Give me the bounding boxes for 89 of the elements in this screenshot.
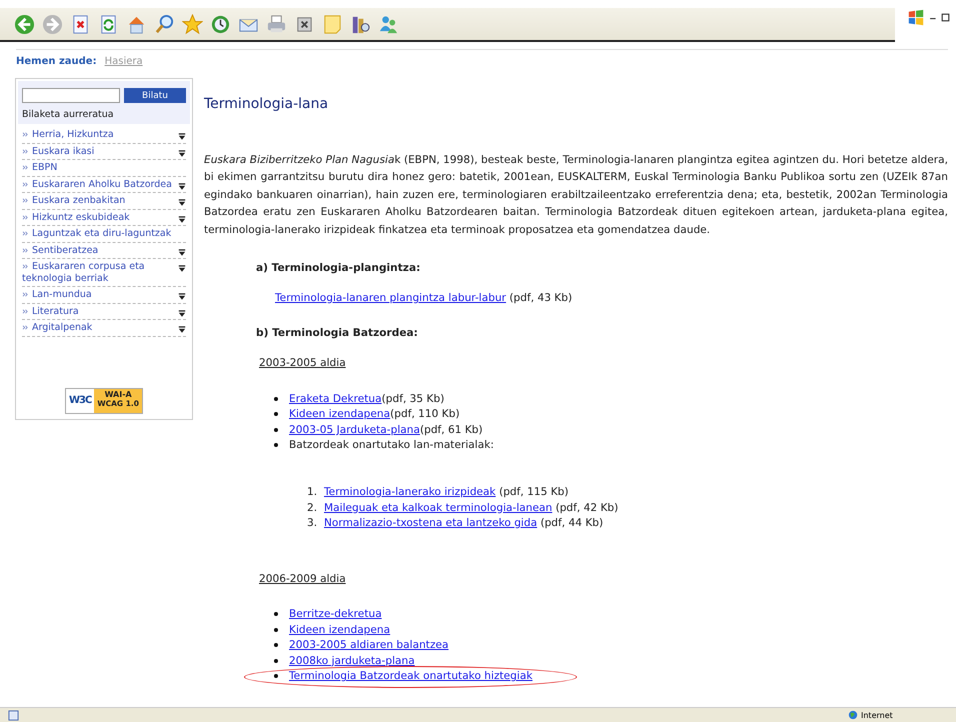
chevron-icon [22, 214, 29, 220]
expand-icon[interactable] [178, 150, 186, 156]
chevron-icon [22, 198, 29, 203]
chevron-icon [22, 292, 29, 297]
bullet-icon [274, 428, 278, 432]
bullet-icon [274, 628, 278, 632]
zone-label: Internet [861, 710, 893, 720]
expand-icon[interactable] [178, 293, 186, 300]
chevron-icon [22, 182, 29, 186]
chevron-icon [22, 132, 29, 137]
section-heading: a) Terminologia-plangintza: [256, 262, 422, 274]
badge-logo: W3C [66, 389, 94, 413]
document-link[interactable]: Eraketa Dekretua [289, 392, 382, 405]
expand-icon[interactable] [178, 216, 186, 222]
sidebar-item[interactable]: Euskara zenbakitan [22, 195, 126, 206]
printer-icon[interactable] [266, 14, 287, 34]
sidebar-item[interactable]: Euskararen corpusa eta teknologia berriak [22, 261, 178, 284]
file-info: (pdf, 43 Kb) [509, 292, 572, 304]
back-icon[interactable] [14, 14, 35, 34]
chevron-icon [22, 308, 29, 314]
chevron-icon [22, 165, 29, 170]
breadcrumb-label: Hemen zaude: [16, 56, 97, 67]
badge-level: WAI-A [104, 390, 132, 399]
section-heading: b) Terminologia Batzordea: [256, 327, 419, 340]
bullet-icon [274, 643, 278, 648]
intro-paragraph: Euskara Biziberritzeko Plan Nagusiak (EBPN, 1998), besteak beste, Terminologia-lanaren plangintza egitea agintzen du. Hori betetze aldera, bi ekimen garrantzitsu burutu dira honez gero: batetik, 2001ean, EUSKALTERM, Euskal Terminologia Banku Publikoa sortu zen (UZEIk 87an egindako bankuaren oinarrian), hain zuzen ere, terminologiaren erabiltzaileentzako erreferentzia dena; eta, bestetik, 2002an Terminologia Batzordea eratu zen Euskararen Aholku Batzordearen baitan. Terminologia Batzordeak dituen egitekoen artean, jarduketa-plana egitea, terminologia-lanerako irizpideak finkatzea eta terminoak proposatzea eta gomendatzea daude. [204, 153, 948, 238]
document-link[interactable]: Terminologia-lanaren plangintza labur-labur [275, 292, 506, 304]
document-link[interactable]: 2003-2005 aldiaren balantzea [289, 639, 449, 652]
chevron-icon [22, 264, 29, 269]
chevron-icon [22, 148, 29, 154]
sidebar-item[interactable]: Laguntzak eta diru-laguntzak [22, 228, 172, 240]
sidebar-item[interactable]: Euskara ikasi [22, 146, 94, 157]
expand-icon[interactable] [178, 199, 186, 206]
file-info: (pdf, 110 Kb) [390, 408, 460, 420]
document-link[interactable]: Terminologia Batzordeak onartutako hiztegiak [289, 670, 532, 682]
bullet-icon [274, 396, 278, 401]
bullet-icon [274, 612, 278, 616]
bullet-icon [274, 658, 278, 663]
expand-icon[interactable] [178, 326, 186, 333]
star-icon[interactable] [182, 14, 203, 34]
bullet-icon [274, 674, 278, 678]
list-number: 2. [307, 502, 318, 514]
sidebar-item[interactable]: Argitalpenak [22, 322, 92, 334]
document-link[interactable]: Kideen izendapena [289, 408, 390, 420]
sidebar-item[interactable]: Sentiberatzea [22, 244, 98, 256]
list-text: Batzordeak onartutako lan-materialak: [289, 439, 494, 452]
history-icon[interactable] [210, 14, 231, 34]
sidebar-item[interactable]: EBPN [22, 162, 58, 174]
globe-icon [848, 710, 858, 720]
document-link[interactable]: Maileguak eta kalkoak terminologia-lanean [324, 502, 552, 514]
expand-icon[interactable] [178, 310, 186, 316]
file-info: (pdf, 35 Kb) [382, 392, 444, 405]
people-icon[interactable] [378, 14, 399, 34]
file-info: (pdf, 115 Kb) [499, 486, 569, 498]
search-icon[interactable] [154, 14, 175, 34]
document-link[interactable]: Kideen izendapena [289, 624, 390, 636]
file-info: (pdf, 44 Kb) [540, 517, 604, 530]
window-controls-icon[interactable] [929, 12, 951, 23]
search-field[interactable] [22, 88, 120, 103]
document-link[interactable]: Terminologia-lanerako irizpideak [324, 486, 496, 498]
expand-icon[interactable] [178, 133, 186, 140]
chevron-icon [22, 248, 29, 252]
search-button[interactable]: Bilatu [124, 88, 186, 103]
list-number: 3. [307, 517, 318, 530]
bullet-icon [274, 412, 278, 416]
file-info: (pdf, 42 Kb) [556, 502, 618, 514]
expand-icon[interactable] [178, 248, 186, 256]
list-number: 1. [307, 486, 318, 498]
advanced-search-link[interactable]: Bilaketa aurreratua [22, 109, 186, 120]
chevron-icon [22, 325, 29, 330]
period-heading: 2003-2005 aldia [259, 357, 347, 370]
file-info: (pdf, 61 Kb) [420, 424, 483, 436]
sidebar-item[interactable]: Hizkuntz eskubideak [22, 212, 130, 223]
sidebar-item[interactable]: Lan-mundua [22, 289, 92, 300]
sidebar-item[interactable]: Literatura [22, 306, 79, 317]
sidebar-item[interactable]: Herria, Hizkuntza [22, 129, 114, 140]
bullet-icon [274, 443, 278, 448]
chevron-icon [22, 231, 29, 236]
document-link[interactable]: 2003-05 Jarduketa-plana [289, 424, 420, 436]
document-link[interactable]: Normalizazio-txostena eta lantzeko gida [324, 517, 538, 530]
sidebar-item[interactable]: Euskararen Aholku Batzordea [22, 178, 172, 190]
windows-logo-icon [907, 8, 925, 28]
page-title: Terminologia-lana [204, 96, 330, 112]
document-link[interactable]: Berritze-dekretua [289, 608, 382, 620]
page-icon [8, 710, 19, 720]
period-heading: 2006-2009 aldia [259, 572, 347, 585]
document-link[interactable]: 2008ko jarduketa-plana [289, 654, 415, 667]
expand-icon[interactable] [178, 182, 186, 190]
expand-icon[interactable] [178, 265, 186, 272]
